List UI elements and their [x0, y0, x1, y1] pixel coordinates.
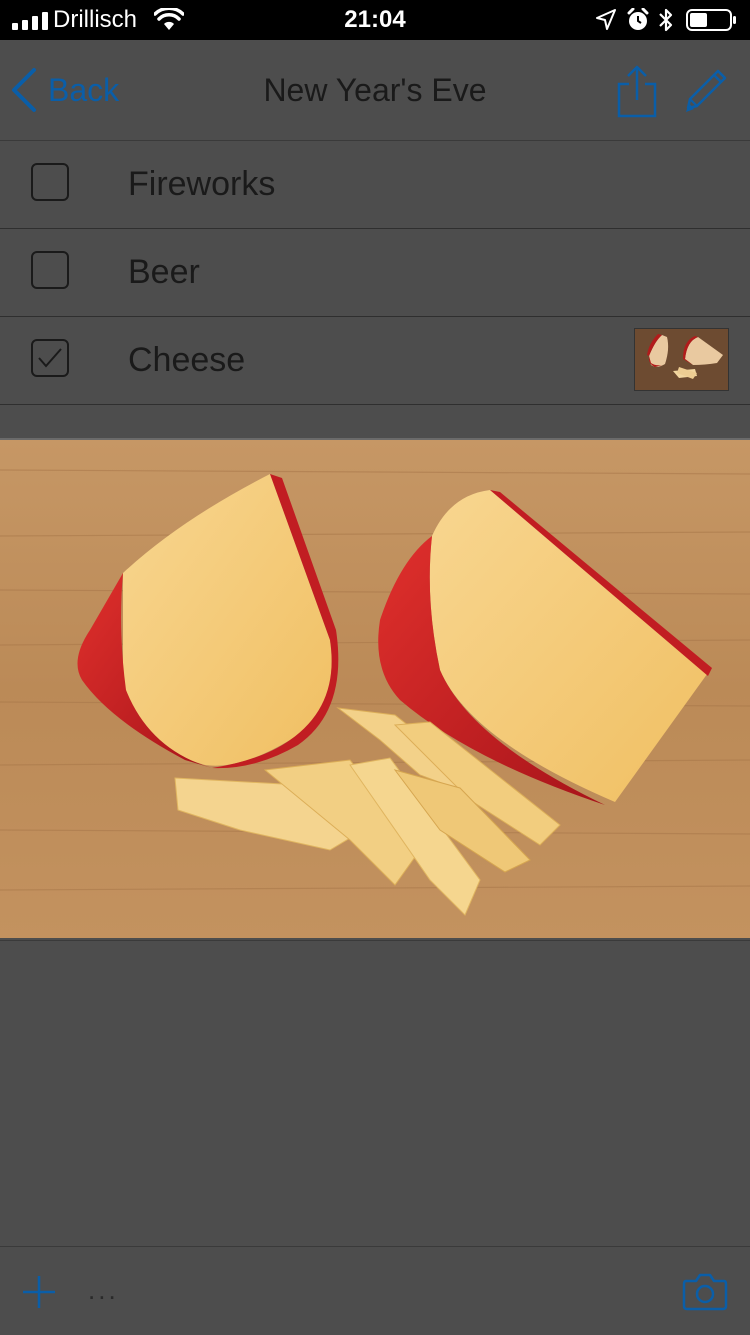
more-options-button[interactable]: ...: [88, 1275, 119, 1306]
wifi-icon: [154, 8, 184, 30]
list-item[interactable]: Cheese: [0, 317, 750, 405]
item-label: Fireworks: [128, 165, 276, 203]
back-label: Back: [48, 71, 120, 108]
camera-icon[interactable]: [682, 1271, 728, 1311]
battery-icon: [686, 9, 736, 31]
list-spacer: [0, 405, 750, 439]
status-bar: Drillisch 21:04: [0, 0, 750, 40]
checklist: Fireworks Beer Cheese: [0, 141, 750, 439]
pencil-icon[interactable]: [680, 66, 730, 116]
chevron-left-icon: [12, 68, 36, 112]
cheese-image: [0, 440, 750, 938]
navigation-bar: Back New Year's Eve: [0, 40, 750, 141]
checkmark-icon: [38, 348, 62, 368]
checkbox[interactable]: [31, 251, 69, 289]
checkbox-checked[interactable]: [31, 339, 69, 377]
cheese-thumbnail-image: [635, 329, 728, 390]
item-thumbnail[interactable]: [634, 328, 729, 391]
item-label: Cheese: [128, 341, 246, 379]
location-arrow-icon: [596, 9, 616, 30]
plus-icon[interactable]: [20, 1273, 58, 1311]
alarm-clock-icon: [627, 8, 649, 30]
bottom-toolbar: ...: [0, 1246, 750, 1335]
list-item[interactable]: Fireworks: [0, 141, 750, 229]
list-item[interactable]: Beer: [0, 229, 750, 317]
bluetooth-icon: [659, 8, 673, 32]
cheese-photo[interactable]: [0, 438, 750, 941]
carrier-name: Drillisch: [53, 6, 137, 33]
back-button[interactable]: Back: [10, 66, 119, 114]
signal-strength-icon: [12, 12, 48, 30]
checkbox[interactable]: [31, 163, 69, 201]
item-label: Beer: [128, 253, 200, 291]
share-icon[interactable]: [614, 64, 660, 118]
